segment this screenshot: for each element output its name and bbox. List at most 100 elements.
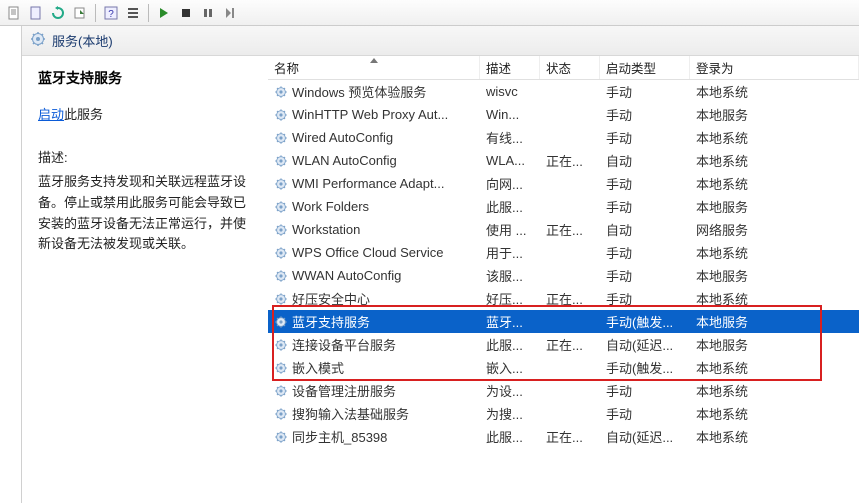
service-row[interactable]: Windows 预览体验服务wisvc手动本地系统 [268, 80, 859, 103]
gear-icon [274, 269, 288, 283]
col-startup[interactable]: 启动类型 [600, 56, 690, 79]
service-desc: 此服... [480, 197, 540, 216]
service-name: 同步主机_85398 [292, 427, 387, 446]
service-logon: 本地系统 [690, 128, 859, 147]
desc-body: 蓝牙服务支持发现和关联远程蓝牙设备。停止或禁用此服务可能会导致已安装的蓝牙设备无… [38, 172, 252, 255]
service-name: Windows 预览体验服务 [292, 82, 426, 101]
service-row[interactable]: 好压安全中心 好压...正在...手动本地系统 [268, 287, 859, 310]
gear-icon [274, 315, 288, 329]
service-row[interactable]: WMI Performance Adapt...向网...手动本地系统 [268, 172, 859, 195]
gear-icon [274, 407, 288, 421]
selected-service-title: 蓝牙支持服务 [38, 68, 252, 88]
separator [95, 4, 96, 22]
col-logon[interactable]: 登录为 [690, 56, 859, 79]
service-row[interactable]: 蓝牙支持服务蓝牙...手动(触发...本地服务 [268, 310, 859, 333]
service-row[interactable]: 搜狗输入法基础服务为搜...手动本地系统 [268, 402, 859, 425]
gear-icon [274, 246, 288, 260]
service-startup: 自动 [600, 151, 690, 170]
tb-list-icon[interactable] [123, 3, 143, 23]
service-name: 好压安全中心 [292, 289, 370, 308]
service-state: 正在... [540, 335, 600, 354]
service-desc: 此服... [480, 335, 540, 354]
service-row[interactable]: 设备管理注册服务为设...手动本地系统 [268, 379, 859, 402]
service-startup: 手动(触发... [600, 358, 690, 377]
service-desc: 向网... [480, 174, 540, 193]
tb-play-icon[interactable] [154, 3, 174, 23]
gear-icon [274, 292, 288, 306]
service-logon: 本地系统 [690, 82, 859, 101]
column-headers: 名称 描述 状态 启动类型 登录为 [268, 56, 859, 80]
service-row[interactable]: WWAN AutoConfig该服...手动本地服务 [268, 264, 859, 287]
description-pane: 蓝牙支持服务 启动此服务 描述: 蓝牙服务支持发现和关联远程蓝牙设备。停止或禁用… [22, 56, 268, 503]
gear-icon [274, 361, 288, 375]
service-logon: 本地服务 [690, 197, 859, 216]
service-desc: 此服... [480, 427, 540, 446]
service-logon: 本地系统 [690, 404, 859, 423]
service-logon: 本地系统 [690, 358, 859, 377]
service-desc: 为设... [480, 381, 540, 400]
service-desc: 该服... [480, 266, 540, 285]
gear-icon [274, 177, 288, 191]
service-name: Workstation [292, 222, 360, 237]
service-logon: 本地系统 [690, 174, 859, 193]
service-name: 蓝牙支持服务 [292, 312, 370, 331]
service-logon: 本地系统 [690, 381, 859, 400]
service-startup: 手动 [600, 243, 690, 262]
service-name: WLAN AutoConfig [292, 153, 397, 168]
service-logon: 本地服务 [690, 105, 859, 124]
col-desc[interactable]: 描述 [480, 56, 540, 79]
gear-icon [274, 131, 288, 145]
service-desc: 嵌入... [480, 358, 540, 377]
service-row[interactable]: Wired AutoConfig有线...手动本地系统 [268, 126, 859, 149]
tb-page-icon[interactable] [26, 3, 46, 23]
tb-doc-icon[interactable] [4, 3, 24, 23]
service-name: WWAN AutoConfig [292, 268, 401, 283]
service-row[interactable]: 连接设备平台服务此服...正在...自动(延迟...本地服务 [268, 333, 859, 356]
service-desc: 使用 ... [480, 220, 540, 239]
tb-stop-icon[interactable] [176, 3, 196, 23]
gear-icon [274, 384, 288, 398]
service-name: Work Folders [292, 199, 369, 214]
tb-refresh-icon[interactable] [48, 3, 68, 23]
tb-export-icon[interactable] [70, 3, 90, 23]
tb-help-icon[interactable]: ? [101, 3, 121, 23]
start-suffix: 此服务 [64, 107, 103, 122]
service-state: 正在... [540, 289, 600, 308]
service-row[interactable]: Workstation使用 ...正在...自动网络服务 [268, 218, 859, 241]
service-startup: 手动 [600, 105, 690, 124]
service-desc: 蓝牙... [480, 312, 540, 331]
svg-text:?: ? [108, 9, 114, 20]
service-startup: 手动 [600, 174, 690, 193]
service-startup: 手动 [600, 289, 690, 308]
service-name: WinHTTP Web Proxy Aut... [292, 107, 448, 122]
service-logon: 本地服务 [690, 335, 859, 354]
service-startup: 手动 [600, 128, 690, 147]
service-desc: 为搜... [480, 404, 540, 423]
start-service-link[interactable]: 启动 [38, 107, 64, 122]
tb-next-icon[interactable] [220, 3, 240, 23]
service-row[interactable]: WPS Office Cloud Service用于...手动本地系统 [268, 241, 859, 264]
gear-icon [274, 85, 288, 99]
service-row[interactable]: 嵌入模式嵌入...手动(触发...本地系统 [268, 356, 859, 379]
service-logon: 本地系统 [690, 289, 859, 308]
scope-title: 服务(本地) [52, 31, 113, 50]
service-startup: 手动 [600, 404, 690, 423]
scope-header[interactable]: 服务(本地) [22, 26, 859, 56]
service-desc: 好压... [480, 289, 540, 308]
service-desc: Win... [480, 107, 540, 122]
service-desc: 用于... [480, 243, 540, 262]
service-desc: WLA... [480, 153, 540, 168]
gear-icon [274, 200, 288, 214]
col-name[interactable]: 名称 [268, 56, 480, 79]
service-row[interactable]: WLAN AutoConfigWLA...正在...自动本地系统 [268, 149, 859, 172]
service-row[interactable]: 同步主机_85398此服...正在...自动(延迟...本地系统 [268, 425, 859, 448]
service-startup: 手动 [600, 197, 690, 216]
gear-icon [274, 154, 288, 168]
tb-pause-icon[interactable] [198, 3, 218, 23]
service-row[interactable]: Work Folders 此服... 手动本地服务 [268, 195, 859, 218]
service-startup: 手动(触发... [600, 312, 690, 331]
service-logon: 网络服务 [690, 220, 859, 239]
col-state[interactable]: 状态 [540, 56, 600, 79]
service-logon: 本地系统 [690, 151, 859, 170]
service-row[interactable]: WinHTTP Web Proxy Aut... Win... 手动本地服务 [268, 103, 859, 126]
